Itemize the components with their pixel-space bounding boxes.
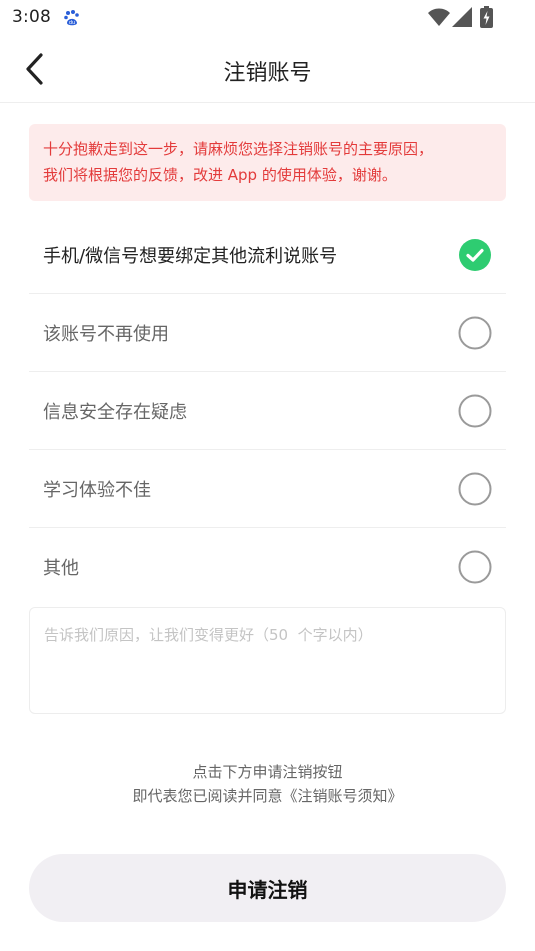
checkmark-circle-icon[interactable]: [458, 238, 492, 272]
svg-text:du: du: [69, 20, 75, 26]
battery-charging-icon: [480, 6, 493, 28]
radio-unchecked-icon[interactable]: [458, 550, 492, 584]
apply-cancellation-button[interactable]: 申请注销: [29, 854, 506, 922]
notice-line-1: 十分抱歉走到这一步，请麻烦您选择注销账号的主要原因，: [43, 140, 434, 158]
reason-input-box: [29, 607, 506, 714]
reason-option[interactable]: 信息安全存在疑虑: [29, 372, 506, 450]
reason-input[interactable]: [44, 624, 491, 697]
radio-unchecked-icon[interactable]: [458, 472, 492, 506]
agreement-notice: 点击下方申请注销按钮 即代表您已阅读并同意《注销账号须知》: [0, 760, 535, 808]
page-title: 注销账号: [223, 61, 312, 86]
reason-option[interactable]: 其他: [29, 528, 506, 606]
reason-label: 其他: [43, 558, 79, 579]
reason-label: 手机/微信号想要绑定其他流利说账号: [43, 246, 338, 267]
notice-line-2: 我们将根据您的反馈，改进 App 的使用体验，谢谢。: [43, 166, 397, 184]
agreement-line-2[interactable]: 即代表您已阅读并同意《注销账号须知》: [0, 784, 535, 808]
wifi-icon: [428, 8, 450, 26]
radio-unchecked-icon[interactable]: [458, 394, 492, 428]
reason-label: 信息安全存在疑虑: [43, 402, 187, 423]
reason-option[interactable]: 学习体验不佳: [29, 450, 506, 528]
reason-label: 学习体验不佳: [43, 480, 151, 501]
status-time: 3:08: [12, 7, 51, 27]
cancellation-notice: 十分抱歉走到这一步，请麻烦您选择注销账号的主要原因， 我们将根据您的反馈，改进 …: [29, 124, 506, 201]
signal-icon: [452, 7, 472, 27]
reason-option[interactable]: 该账号不再使用: [29, 294, 506, 372]
reason-option[interactable]: 手机/微信号想要绑定其他流利说账号: [29, 216, 506, 294]
reason-options: 手机/微信号想要绑定其他流利说账号 该账号不再使用 信息安全存在疑虑 学习体验不…: [29, 216, 506, 606]
agreement-line-1: 点击下方申请注销按钮: [192, 763, 343, 781]
radio-unchecked-icon[interactable]: [458, 316, 492, 350]
status-bar: 3:08 du: [0, 0, 535, 36]
reason-label: 该账号不再使用: [43, 324, 169, 345]
baidu-paw-icon: du: [64, 10, 79, 26]
header-bar: 注销账号: [0, 36, 535, 103]
